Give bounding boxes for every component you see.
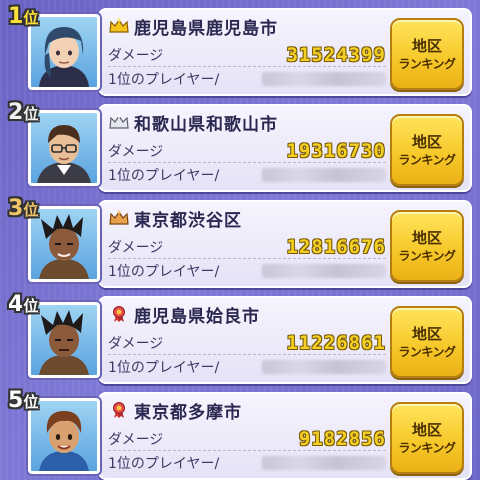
top-player-label: 1位のプレイヤー/: [108, 168, 220, 184]
top-player-label: 1位のプレイヤー/: [108, 72, 220, 88]
top-player-stat: 1位のプレイヤー/: [108, 164, 386, 186]
player-avatar: [28, 14, 100, 90]
damage-label: ダメージ: [108, 48, 164, 64]
city-name: 東京都渋谷区: [134, 210, 242, 231]
damage-value: 31524399: [286, 44, 386, 66]
blurred-player-name: [262, 456, 386, 470]
ranking-row: 2位 和歌山県和歌山市 ダメージ 19316730 1位のプレイヤー/ 地区 ラ…: [0, 98, 480, 192]
ribbon-medal-icon: [113, 402, 125, 418]
blurred-player-name: [262, 72, 386, 86]
crown-gold-icon: [109, 18, 129, 33]
damage-label: ダメージ: [108, 336, 164, 352]
area-ranking-button[interactable]: 地区 ランキング: [390, 18, 464, 90]
ranking-list: 1位 鹿児島県鹿児島市 ダメージ 31524399 1位のプレイヤー/ 地区 ラ…: [0, 0, 480, 480]
area-ranking-button[interactable]: 地区 ランキング: [390, 306, 464, 378]
damage-stat: ダメージ 11226861: [108, 332, 386, 355]
damage-stat: ダメージ 31524399: [108, 44, 386, 67]
character-portrait-icon: [39, 27, 89, 87]
top-player-stat: 1位のプレイヤー/: [108, 68, 386, 90]
area-ranking-button[interactable]: 地区 ランキング: [390, 114, 464, 186]
character-portrait-icon: [39, 411, 89, 471]
damage-label: ダメージ: [108, 432, 164, 448]
crown-bronze-icon: [109, 210, 129, 225]
top-player-label: 1位のプレイヤー/: [108, 264, 220, 280]
damage-label: ダメージ: [108, 240, 164, 256]
rank-label: 2位: [8, 100, 38, 125]
damage-value: 19316730: [286, 140, 386, 162]
blurred-player-name: [262, 264, 386, 278]
rank-label: 4位: [8, 292, 38, 317]
top-player-stat: 1位のプレイヤー/: [108, 260, 386, 282]
damage-value: 12816676: [286, 236, 386, 258]
ranking-card: 東京都多摩市 ダメージ 9182856 1位のプレイヤー/ 地区 ランキング: [98, 392, 472, 480]
ranking-row: 1位 鹿児島県鹿児島市 ダメージ 31524399 1位のプレイヤー/ 地区 ラ…: [0, 2, 480, 96]
top-player-label: 1位のプレイヤー/: [108, 360, 220, 376]
ranking-row: 3位 東京都渋谷区 ダメージ 12816676 1位のプレイヤー/ 地区 ランキ…: [0, 194, 480, 288]
player-avatar: [28, 206, 100, 282]
top-player-stat: 1位のプレイヤー/: [108, 356, 386, 378]
player-avatar: [28, 110, 100, 186]
rank-label: 5位: [8, 388, 38, 413]
ranking-row: 5位 東京都多摩市 ダメージ 9182856 1位のプレイヤー/ 地区 ランキン…: [0, 386, 480, 480]
ranking-card: 和歌山県和歌山市 ダメージ 19316730 1位のプレイヤー/ 地区 ランキン…: [98, 104, 472, 192]
damage-label: ダメージ: [108, 144, 164, 160]
damage-stat: ダメージ 9182856: [108, 428, 386, 451]
rank-label: 3位: [8, 196, 38, 221]
blurred-player-name: [262, 168, 386, 182]
player-avatar: [28, 398, 100, 474]
ribbon-medal-icon: [113, 306, 125, 322]
area-ranking-button[interactable]: 地区 ランキング: [390, 210, 464, 282]
area-ranking-button[interactable]: 地区 ランキング: [390, 402, 464, 474]
rank-label: 1位: [8, 4, 38, 29]
damage-stat: ダメージ 12816676: [108, 236, 386, 259]
ranking-card: 鹿児島県姶良市 ダメージ 11226861 1位のプレイヤー/ 地区 ランキング: [98, 296, 472, 384]
character-portrait-icon: [39, 310, 89, 375]
top-player-stat: 1位のプレイヤー/: [108, 452, 386, 474]
city-name: 鹿児島県姶良市: [134, 306, 260, 327]
ranking-card: 鹿児島県鹿児島市 ダメージ 31524399 1位のプレイヤー/ 地区 ランキン…: [98, 8, 472, 96]
damage-value: 11226861: [286, 332, 386, 354]
character-portrait-icon: [37, 125, 91, 183]
top-player-label: 1位のプレイヤー/: [108, 456, 220, 472]
damage-value: 9182856: [298, 428, 386, 450]
damage-stat: ダメージ 19316730: [108, 140, 386, 163]
player-avatar: [28, 302, 100, 378]
blurred-player-name: [262, 360, 386, 374]
crown-silver-icon: [109, 114, 129, 129]
city-name: 鹿児島県鹿児島市: [134, 18, 278, 39]
ranking-row: 4位 鹿児島県姶良市 ダメージ 11226861 1位のプレイヤー/ 地区 ラン…: [0, 290, 480, 384]
ranking-card: 東京都渋谷区 ダメージ 12816676 1位のプレイヤー/ 地区 ランキング: [98, 200, 472, 288]
city-name: 和歌山県和歌山市: [134, 114, 278, 135]
city-name: 東京都多摩市: [134, 402, 242, 423]
character-portrait-icon: [39, 214, 89, 279]
